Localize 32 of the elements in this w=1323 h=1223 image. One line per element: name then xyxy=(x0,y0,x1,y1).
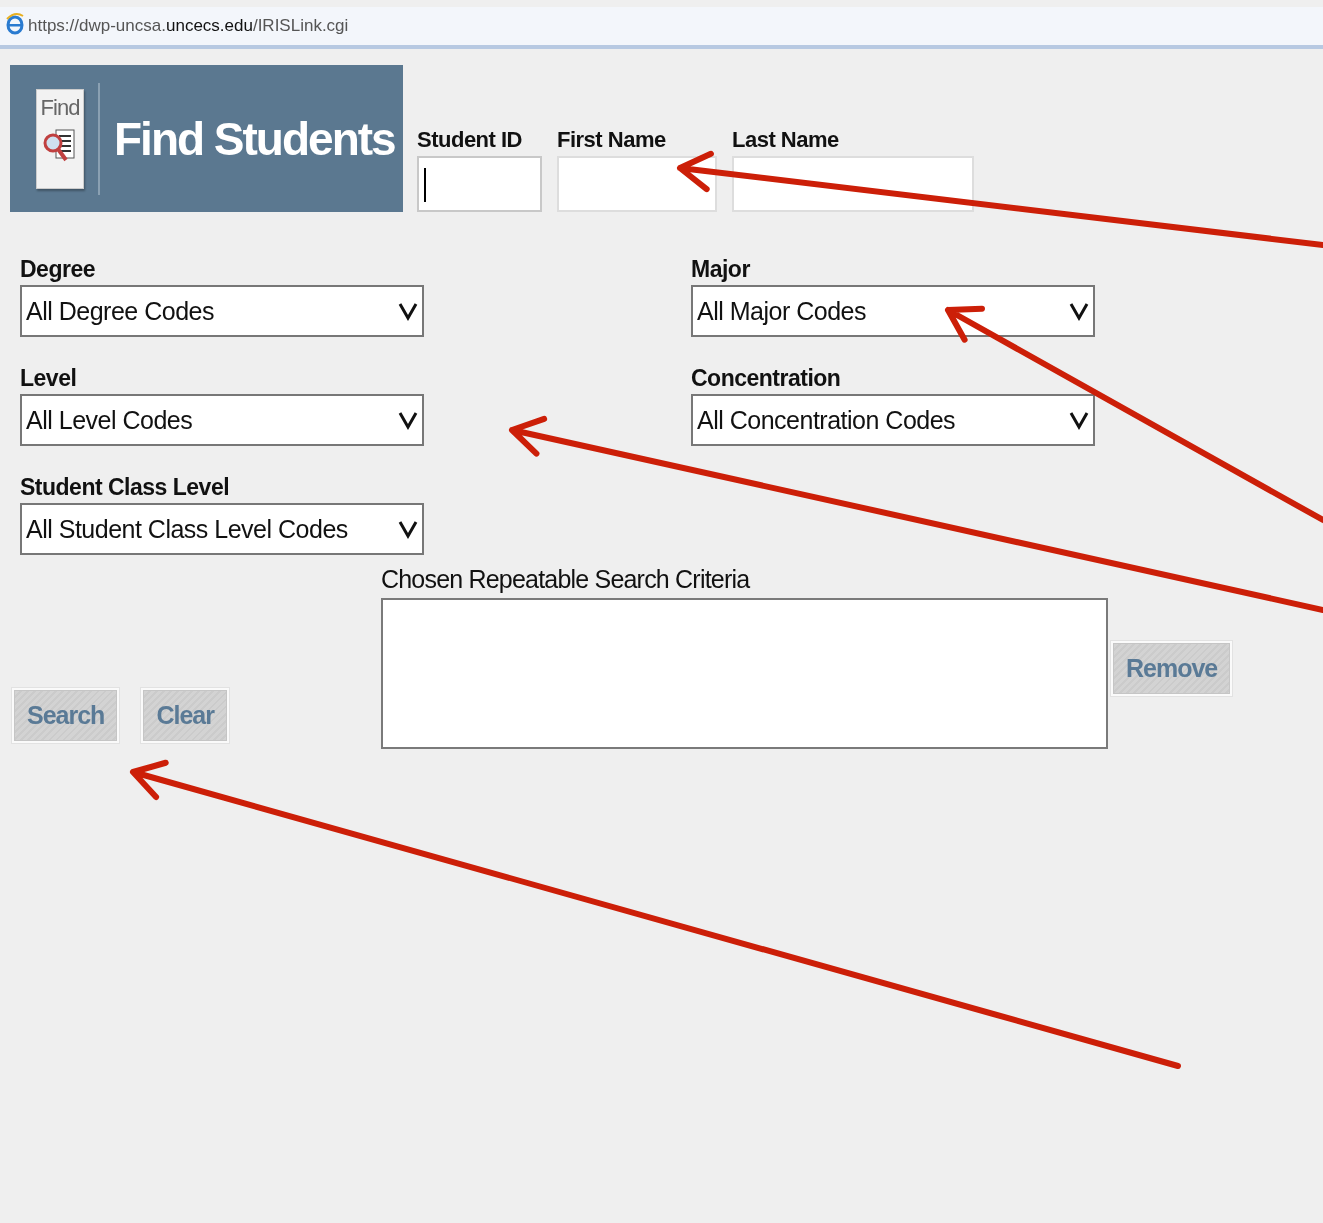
chevron-down-icon xyxy=(398,301,418,321)
dropdown-value: All Level Codes xyxy=(26,405,193,435)
dropdown[interactable]: All Student Class Level Codes xyxy=(20,503,424,555)
field-label: Concentration xyxy=(691,365,842,392)
dropdown[interactable]: All Concentration Codes xyxy=(691,394,1095,446)
chevron-down-icon xyxy=(1069,410,1089,430)
browser-logo-icon xyxy=(6,13,24,35)
page-title: Find Students xyxy=(114,111,395,166)
dropdown[interactable]: All Degree Codes xyxy=(20,285,424,337)
dropdown-value: All Degree Codes xyxy=(26,296,214,326)
field-label: First Name xyxy=(557,127,667,153)
logo-text: Find xyxy=(40,95,80,120)
text-cursor xyxy=(424,168,426,202)
criteria-list[interactable] xyxy=(381,598,1108,749)
input-field[interactable] xyxy=(557,156,717,212)
url-text[interactable]: https://dwp-uncsa.uncecs.edu/IRISLink.cgi xyxy=(28,16,349,36)
input-field[interactable] xyxy=(417,156,542,212)
criteria-label: Chosen Repeatable Search Criteria xyxy=(381,565,751,594)
field-label: Last Name xyxy=(732,127,840,153)
field-label: Student ID xyxy=(417,127,523,153)
chevron-down-icon xyxy=(1069,301,1089,321)
field-label: Major xyxy=(691,256,751,283)
field-label: Student Class Level xyxy=(20,474,231,501)
dropdown-value: All Concentration Codes xyxy=(697,405,956,435)
chevron-down-icon xyxy=(398,519,418,539)
field-label: Level xyxy=(20,365,78,392)
dropdown[interactable]: All Level Codes xyxy=(20,394,424,446)
field-label: Degree xyxy=(20,256,96,283)
dropdown-value: All Student Class Level Codes xyxy=(26,514,348,544)
chevron-down-icon xyxy=(398,410,418,430)
dropdown-value: All Major Codes xyxy=(697,296,866,326)
dropdown[interactable]: All Major Codes xyxy=(691,285,1095,337)
